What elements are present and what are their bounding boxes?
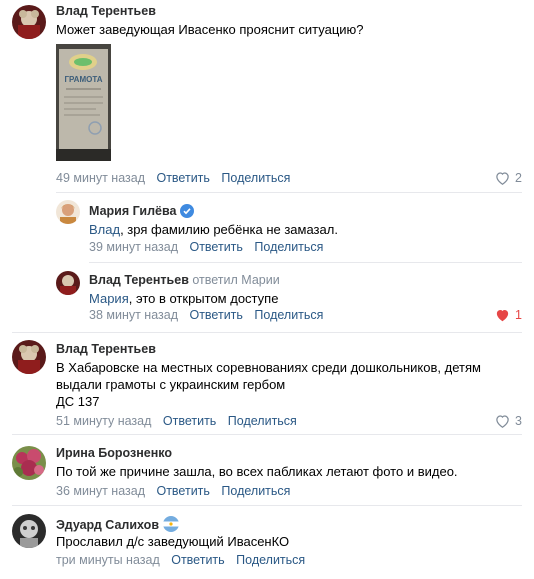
comment-time[interactable]: 49 минут назад [56,171,145,185]
comment-meta: три минуты назад Ответить Поделиться [56,553,313,567]
comment-author[interactable]: Ирина Борозненко [56,446,172,460]
photo-caption: ГРАМОТА [65,75,103,84]
reply-button[interactable]: Ответить [189,308,242,322]
like-count: 3 [515,414,522,428]
mention-link[interactable]: Мария [89,291,129,306]
comment-time[interactable]: 39 минут назад [89,240,178,254]
comment-author[interactable]: Влад Терентьев [56,342,156,356]
avatar[interactable] [12,514,46,548]
avatar[interactable] [12,340,46,374]
comment-author[interactable]: Влад Терентьев ответил Марии [89,273,280,287]
like-count: 2 [515,171,522,185]
share-button[interactable]: Поделиться [221,171,290,185]
comment-text: Влад, зря фамилию ребёнка не замазал. [89,222,338,237]
like-count: 1 [515,308,522,322]
comment-time[interactable]: 36 минут назад [56,484,145,498]
comment-time[interactable]: три минуты назад [56,553,160,567]
comment-text: Мария, это в открытом доступе [89,291,279,306]
comment-text: Прославил д/с заведующий ИвасенКО [56,534,290,549]
attached-photo[interactable]: ГРАМОТА [56,44,111,161]
replied-to: ответил Марии [192,273,280,287]
heart-outline-icon [496,415,509,428]
comment-meta: 38 минут назад Ответить Поделиться [89,308,331,322]
comment-meta: 51 минуту назад Ответить Поделиться [56,414,305,428]
comment-text: По той же причине зашла, во всех паблика… [56,464,458,479]
like-button[interactable]: 2 [495,171,522,185]
like-button[interactable]: 1 [495,308,522,322]
comment-author[interactable]: Мария Гилёва [89,204,195,221]
heart-filled-icon [496,310,509,322]
comment-meta: 36 минут назад Ответить Поделиться [56,484,298,498]
avatar[interactable] [56,271,80,295]
reply-button[interactable]: Ответить [189,240,242,254]
avatar[interactable] [12,446,46,480]
separator [56,192,522,193]
avatar[interactable] [12,5,46,39]
reply-button[interactable]: Ответить [171,553,224,567]
comment-meta: 39 минут назад Ответить Поделиться [89,240,331,254]
comment-time[interactable]: 38 минут назад [89,308,178,322]
mention-link[interactable]: Влад [89,222,120,237]
verified-badge-icon [180,204,195,221]
share-button[interactable]: Поделиться [228,414,297,428]
share-button[interactable]: Поделиться [236,553,305,567]
separator [12,434,522,435]
heart-outline-icon [496,172,509,185]
share-button[interactable]: Поделиться [254,308,323,322]
comment-meta: 49 минут назад Ответить Поделиться [56,171,298,185]
share-button[interactable]: Поделиться [254,240,323,254]
separator [12,332,522,333]
reply-button[interactable]: Ответить [156,171,209,185]
comment-text: Может заведующая Ивасенко прояснит ситуа… [56,22,364,37]
comment-author[interactable]: Влад Терентьев [56,4,156,18]
comment-time[interactable]: 51 минуту назад [56,414,151,428]
comment-text: В Хабаровске на местных соревнованиях ср… [56,360,481,409]
like-button[interactable]: 3 [495,414,522,428]
avatar[interactable] [56,200,80,224]
reply-button[interactable]: Ответить [163,414,216,428]
share-button[interactable]: Поделиться [221,484,290,498]
separator [89,262,522,263]
reply-button[interactable]: Ответить [156,484,209,498]
separator [12,505,522,506]
